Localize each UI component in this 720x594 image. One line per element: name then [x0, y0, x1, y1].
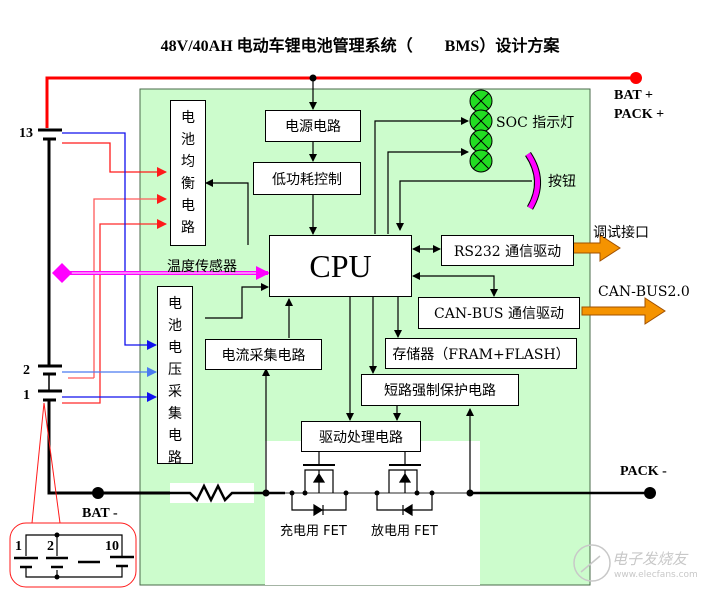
discharge-fet-label: 放电用 FET: [371, 524, 438, 539]
node: [414, 490, 420, 496]
temp-sensor-label: 温度传感器: [167, 259, 237, 275]
block-char: 路: [181, 220, 195, 236]
block-char: 电: [181, 198, 195, 214]
led-icon: [469, 149, 493, 173]
block-char: 池: [168, 318, 182, 334]
cell-2-label: 2: [23, 363, 30, 378]
node: [289, 490, 295, 496]
power-circuit-block[interactable]: 电源电路: [265, 110, 361, 142]
button-label: 按钮: [548, 174, 576, 190]
bat-minus-label: BAT -: [82, 506, 118, 521]
charge-fet-label: 充电用 FET: [280, 524, 347, 539]
block-char: 压: [168, 362, 182, 378]
bat-minus-wire: [47, 400, 98, 495]
low-power-control-block[interactable]: 低功耗控制: [253, 162, 361, 195]
block-char: 均: [181, 154, 195, 170]
cpu-block[interactable]: CPU: [269, 235, 412, 297]
short-protect-block[interactable]: 短路强制保护电路: [361, 374, 519, 406]
led-icon: [469, 129, 493, 153]
node: [374, 490, 380, 496]
pack-minus-label: PACK -: [620, 464, 667, 479]
led-icon: [469, 109, 493, 133]
watermark-url: www.elecfans.com: [614, 570, 698, 580]
block-char: 衡: [181, 176, 195, 192]
block-char: 电: [168, 296, 182, 312]
node: [54, 574, 60, 580]
driver-block[interactable]: 驱动处理电路: [301, 421, 421, 452]
led-icon: [469, 89, 493, 113]
pack-plus-label: PACK +: [614, 107, 665, 122]
cell-13-label: 13: [19, 126, 33, 141]
block-char: 采: [168, 384, 182, 400]
temp-sensor-icon: [52, 263, 72, 283]
canbus-driver-block[interactable]: CAN-BUS 通信驱动: [418, 297, 580, 329]
block-char: 电: [181, 110, 195, 126]
memory-block[interactable]: 存储器（FRAM+FLASH）: [385, 338, 577, 369]
debug-port-label: 调试接口: [593, 225, 649, 241]
detail-cell-10-label: 10: [105, 539, 119, 554]
watermark-text: 电子发烧友: [612, 550, 688, 568]
block-char: 池: [181, 132, 195, 148]
page-title: 48V/40AH 电动车锂电池管理系统（ BMS）设计方案: [160, 38, 560, 55]
detail-cell-2-label: 2: [47, 539, 54, 554]
soc-led-label: SOC 指示灯: [496, 115, 575, 131]
pack-minus-terminal[interactable]: [644, 487, 656, 499]
rs232-driver-block[interactable]: RS232 通信驱动: [441, 235, 574, 266]
node: [429, 490, 435, 496]
cell-1-label: 1: [23, 388, 30, 403]
callout-line: [31, 402, 45, 524]
current-sample-block[interactable]: 电流采集电路: [205, 339, 322, 370]
voltage-sample-block[interactable]: 电 池 电 压 采 集 电 路: [157, 286, 193, 466]
bat-plus-terminal[interactable]: [630, 72, 642, 84]
detail-cell-1-label: 1: [15, 539, 22, 554]
bat-plus-label: BAT +: [614, 88, 653, 103]
block-char: 电: [168, 340, 182, 356]
node: [302, 490, 308, 496]
battery-balance-block[interactable]: 电 池 均 衡 电 路: [170, 100, 206, 246]
block-char: 集: [168, 406, 182, 422]
fet-area: [265, 441, 480, 585]
node: [343, 490, 349, 496]
canbus-out-label: CAN-BUS2.0: [598, 284, 690, 300]
canbus-arrow[interactable]: [581, 297, 666, 325]
node: [54, 532, 60, 538]
callout-line: [43, 402, 61, 524]
block-char: 电: [168, 428, 182, 444]
block-char: 路: [168, 450, 182, 466]
